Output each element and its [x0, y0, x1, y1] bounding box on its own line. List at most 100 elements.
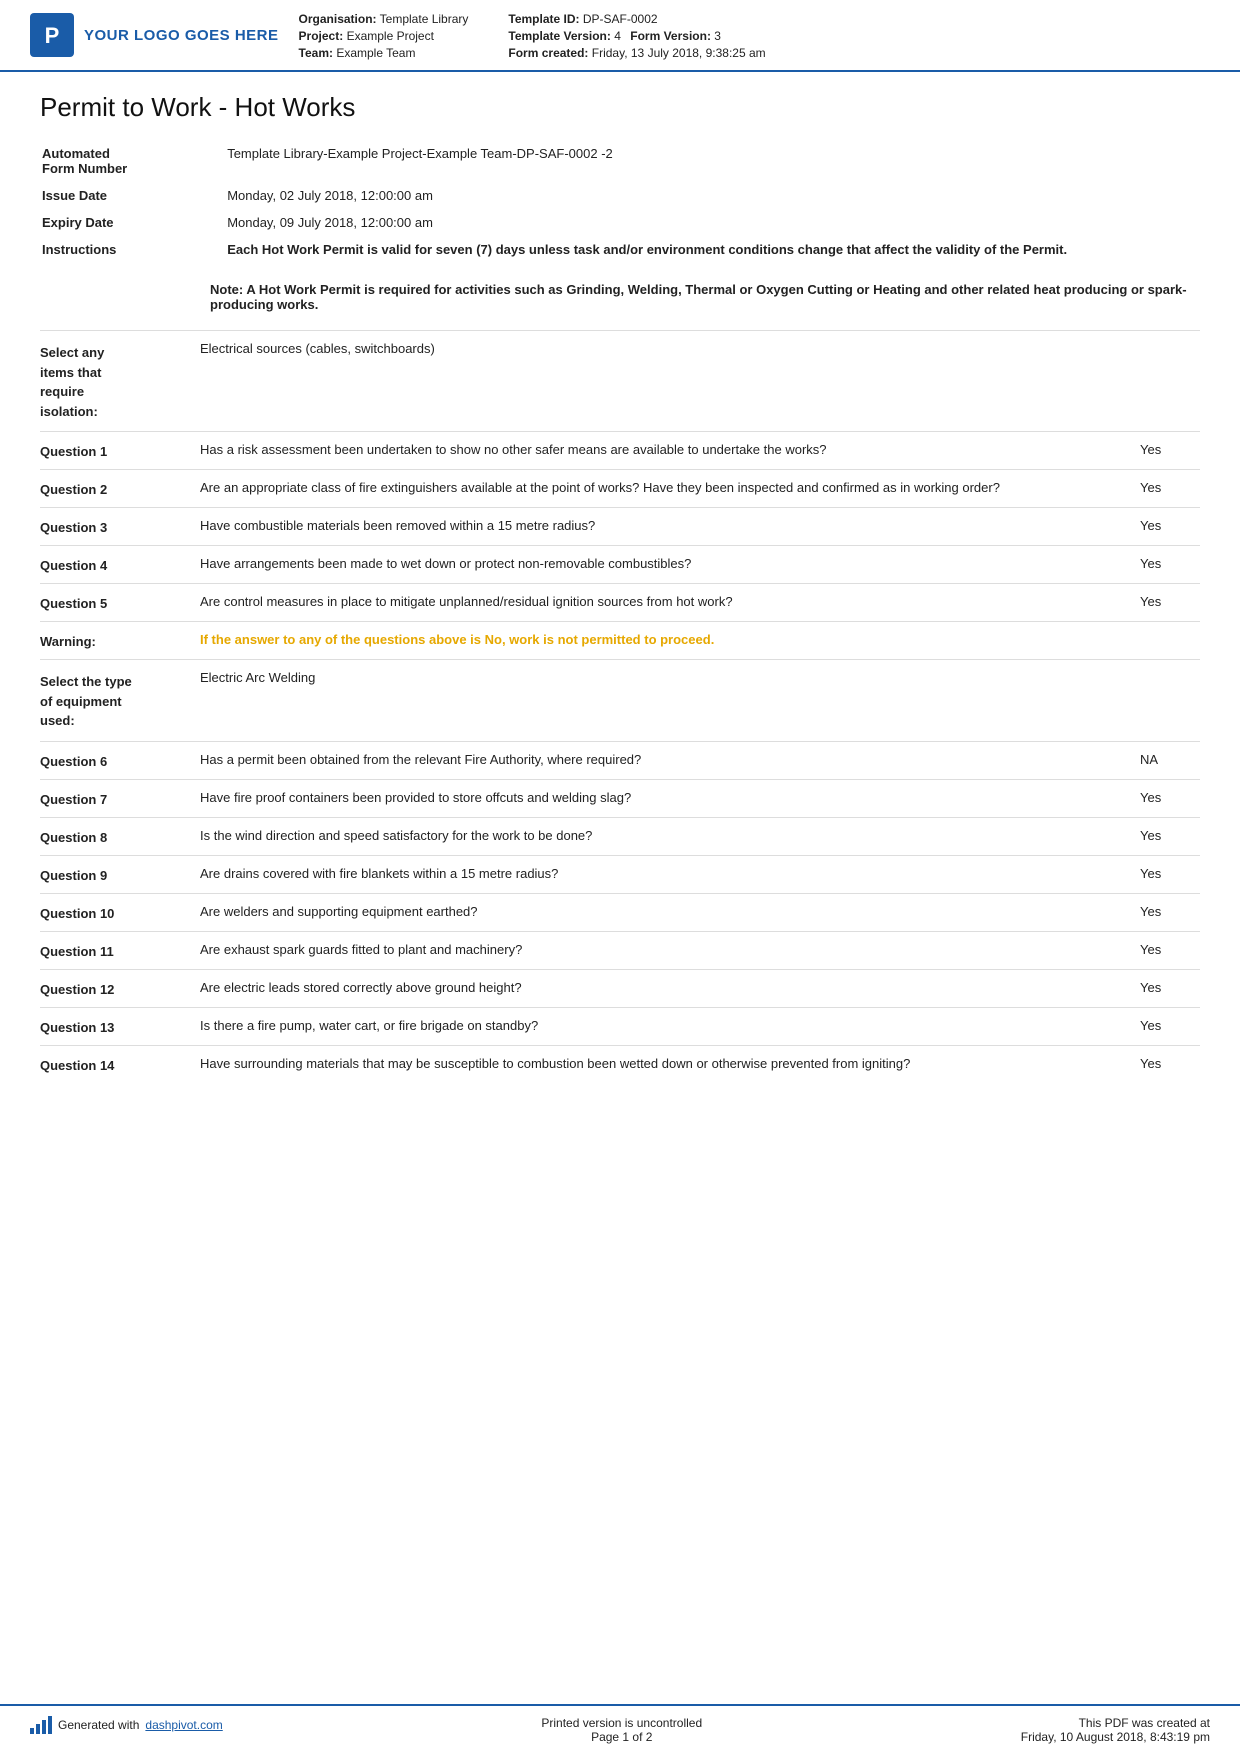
warning-text: If the answer to any of the questions ab… — [200, 632, 1200, 647]
q4-answer: Yes — [1140, 556, 1200, 571]
isolation-content: Electrical sources (cables, switchboards… — [200, 341, 1200, 421]
expiry-date-value: Monday, 09 July 2018, 12:00:00 am — [227, 210, 1198, 235]
logo-text: YOUR LOGO GOES HERE — [84, 27, 279, 44]
issue-date-value: Monday, 02 July 2018, 12:00:00 am — [227, 183, 1198, 208]
footer: Generated with dashpivot.com Printed ver… — [0, 1704, 1240, 1754]
footer-right: This PDF was created at Friday, 10 Augus… — [1021, 1716, 1210, 1744]
template-version-label: Template Version: — [508, 29, 610, 43]
q11-content: Are exhaust spark guards fitted to plant… — [200, 942, 1200, 959]
template-id-line: Template ID: DP-SAF-0002 — [508, 12, 765, 26]
q8-row: Question 8 Is the wind direction and spe… — [40, 817, 1200, 855]
q7-label: Question 7 — [40, 790, 200, 807]
isolation-value: Electrical sources (cables, switchboards… — [200, 341, 1200, 356]
form-version-value: 3 — [714, 29, 721, 43]
instructions-value: Each Hot Work Permit is valid for seven … — [227, 237, 1198, 262]
template-id-label: Template ID: — [508, 12, 579, 26]
q1-content: Has a risk assessment been undertaken to… — [200, 442, 1200, 459]
q14-text: Have surrounding materials that may be s… — [200, 1056, 1120, 1071]
q5-text: Are control measures in place to mitigat… — [200, 594, 1120, 609]
template-version-line: Template Version: 4 Form Version: 3 — [508, 29, 765, 43]
team-value: Example Team — [336, 46, 415, 60]
automated-label: Automated Form Number — [42, 141, 225, 181]
q11-row: Question 11 Are exhaust spark guards fit… — [40, 931, 1200, 969]
form-version-label: Form Version: — [630, 29, 711, 43]
q12-label: Question 12 — [40, 980, 200, 997]
expiry-date-row: Expiry Date Monday, 09 July 2018, 12:00:… — [42, 210, 1198, 235]
instructions-row: Instructions Each Hot Work Permit is val… — [42, 237, 1198, 262]
pdf-created-text: This PDF was created at — [1021, 1716, 1210, 1730]
page: P YOUR LOGO GOES HERE Organisation: Temp… — [0, 0, 1240, 1754]
q12-row: Question 12 Are electric leads stored co… — [40, 969, 1200, 1007]
q3-row: Question 3 Have combustible materials be… — [40, 507, 1200, 545]
q13-row: Question 13 Is there a fire pump, water … — [40, 1007, 1200, 1045]
form-created-line: Form created: Friday, 13 July 2018, 9:38… — [508, 46, 765, 60]
form-created-label: Form created: — [508, 46, 588, 60]
q7-answer: Yes — [1140, 790, 1200, 805]
q12-content: Are electric leads stored correctly abov… — [200, 980, 1200, 997]
q1-label: Question 1 — [40, 442, 200, 459]
q5-answer: Yes — [1140, 594, 1200, 609]
q9-label: Question 9 — [40, 866, 200, 883]
meta-table: Automated Form Number Template Library-E… — [40, 139, 1200, 264]
q12-answer: Yes — [1140, 980, 1200, 995]
header-col-right: Template ID: DP-SAF-0002 Template Versio… — [508, 12, 765, 60]
isolation-label: Select any items that require isolation: — [40, 341, 200, 421]
project-line: Project: Example Project — [299, 29, 469, 43]
q6-content: Has a permit been obtained from the rele… — [200, 752, 1200, 769]
q8-answer: Yes — [1140, 828, 1200, 843]
q10-text: Are welders and supporting equipment ear… — [200, 904, 1120, 919]
q7-text: Have fire proof containers been provided… — [200, 790, 1120, 805]
q1-row: Question 1 Has a risk assessment been un… — [40, 431, 1200, 469]
q9-row: Question 9 Are drains covered with fire … — [40, 855, 1200, 893]
q14-answer: Yes — [1140, 1056, 1200, 1071]
q13-answer: Yes — [1140, 1018, 1200, 1033]
header-meta: Organisation: Template Library Project: … — [299, 10, 1210, 60]
q2-text: Are an appropriate class of fire extingu… — [200, 480, 1120, 495]
note-block: Note: A Hot Work Permit is required for … — [210, 282, 1200, 312]
footer-left: Generated with dashpivot.com — [30, 1716, 223, 1734]
uncontrolled-text: Printed version is uncontrolled — [541, 1716, 702, 1730]
form-title: Permit to Work - Hot Works — [40, 92, 1200, 123]
q6-text: Has a permit been obtained from the rele… — [200, 752, 1120, 767]
q5-row: Question 5 Are control measures in place… — [40, 583, 1200, 621]
q1-answer: Yes — [1140, 442, 1200, 457]
q6-answer: NA — [1140, 752, 1200, 767]
q13-label: Question 13 — [40, 1018, 200, 1035]
site-link[interactable]: dashpivot.com — [145, 1718, 222, 1732]
q2-answer: Yes — [1140, 480, 1200, 495]
dashpivot-logo-icon — [30, 1716, 52, 1734]
automated-value: Template Library-Example Project-Example… — [227, 141, 1198, 181]
logo-area: P YOUR LOGO GOES HERE — [30, 10, 279, 60]
svg-text:P: P — [45, 23, 60, 48]
project-value: Example Project — [347, 29, 434, 43]
q13-content: Is there a fire pump, water cart, or fir… — [200, 1018, 1200, 1035]
q14-row: Question 14 Have surrounding materials t… — [40, 1045, 1200, 1083]
q11-text: Are exhaust spark guards fitted to plant… — [200, 942, 1120, 957]
isolation-row: Select any items that require isolation:… — [40, 330, 1200, 431]
q14-label: Question 14 — [40, 1056, 200, 1073]
q2-content: Are an appropriate class of fire extingu… — [200, 480, 1200, 497]
team-label: Team: — [299, 46, 333, 60]
q4-text: Have arrangements been made to wet down … — [200, 556, 1120, 571]
q12-text: Are electric leads stored correctly abov… — [200, 980, 1120, 995]
q8-content: Is the wind direction and speed satisfac… — [200, 828, 1200, 845]
q4-row: Question 4 Have arrangements been made t… — [40, 545, 1200, 583]
q9-text: Are drains covered with fire blankets wi… — [200, 866, 1120, 881]
equipment-row: Select the type of equipment used: Elect… — [40, 659, 1200, 741]
issue-date-row: Issue Date Monday, 02 July 2018, 12:00:0… — [42, 183, 1198, 208]
page-text: Page 1 of 2 — [541, 1730, 702, 1744]
equipment-label: Select the type of equipment used: — [40, 670, 200, 731]
note-text: Note: A Hot Work Permit is required for … — [210, 282, 1187, 312]
q2-row: Question 2 Are an appropriate class of f… — [40, 469, 1200, 507]
template-id-value: DP-SAF-0002 — [583, 12, 658, 26]
q4-content: Have arrangements been made to wet down … — [200, 556, 1200, 573]
warning-content: If the answer to any of the questions ab… — [200, 632, 1200, 649]
q10-row: Question 10 Are welders and supporting e… — [40, 893, 1200, 931]
q5-content: Are control measures in place to mitigat… — [200, 594, 1200, 611]
q3-label: Question 3 — [40, 518, 200, 535]
warning-row: Warning: If the answer to any of the que… — [40, 621, 1200, 659]
org-value: Template Library — [380, 12, 469, 26]
team-line: Team: Example Team — [299, 46, 469, 60]
q11-label: Question 11 — [40, 942, 200, 959]
q13-text: Is there a fire pump, water cart, or fir… — [200, 1018, 1120, 1033]
